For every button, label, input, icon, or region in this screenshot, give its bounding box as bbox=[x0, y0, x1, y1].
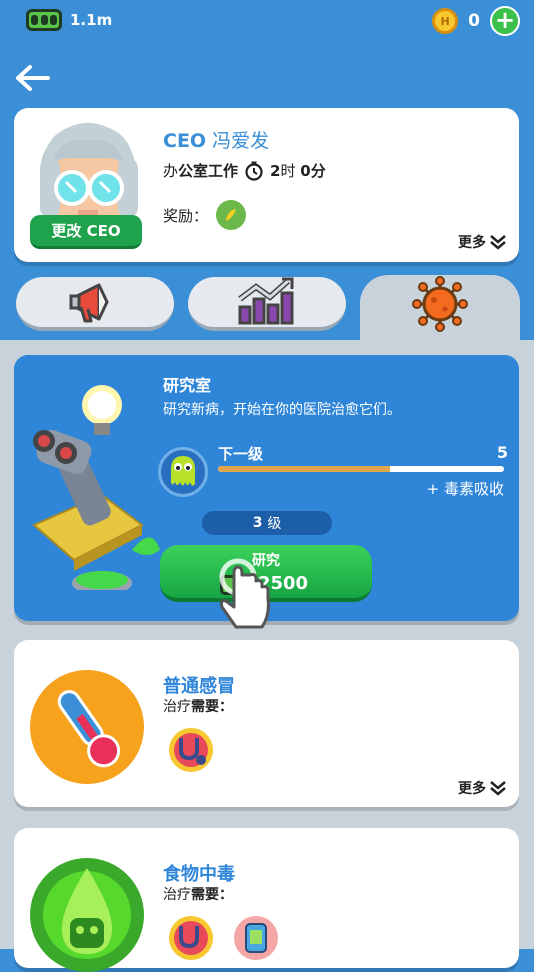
coin-display: H 0 + bbox=[432, 6, 520, 36]
disease-more-label: 更多 bbox=[458, 781, 486, 797]
top-bar: 1.1m H 0 + bbox=[0, 0, 534, 40]
ceo-title: CEO 冯爱发 bbox=[163, 126, 269, 153]
lab-description: 研究新病，开始在你的医院治愈它们。 bbox=[163, 402, 401, 418]
chevron-down-icon bbox=[490, 235, 506, 250]
tab-marketing[interactable] bbox=[16, 277, 174, 331]
ceo-more-label: 更多 bbox=[458, 235, 486, 251]
disease-more-button[interactable]: 更多 bbox=[458, 778, 507, 798]
treatment-needs-text: 需要： bbox=[191, 699, 233, 715]
back-arrow-icon[interactable] bbox=[14, 62, 52, 94]
stethoscope-icon bbox=[169, 916, 213, 960]
treatment-needs-prefix: 治疗 bbox=[163, 699, 191, 715]
progress-fill bbox=[218, 466, 390, 472]
lab-level-unit: 级 bbox=[267, 516, 282, 532]
poison-drop-icon bbox=[30, 858, 144, 972]
ceo-avatar bbox=[40, 123, 138, 223]
chart-icon bbox=[238, 277, 294, 325]
treatment-needs-text: 需要： bbox=[191, 887, 233, 903]
tab-statistics[interactable] bbox=[188, 277, 346, 331]
change-ceo-button[interactable]: 更改 CEO bbox=[30, 215, 142, 249]
treatment-needs-label: 治疗需要： bbox=[163, 884, 233, 904]
ceo-job-prefix: 办 bbox=[163, 162, 179, 180]
toxin-virus-icon bbox=[158, 447, 208, 497]
ceo-time-minutes: 0分 bbox=[300, 162, 326, 180]
disease-card-food-poisoning[interactable]: 食物中毒 治疗需要： bbox=[14, 828, 519, 972]
coin-icon: H bbox=[432, 8, 459, 34]
timer-icon bbox=[245, 161, 263, 181]
ceo-reward: 奖励： bbox=[163, 200, 247, 230]
stethoscope-icon bbox=[169, 728, 213, 772]
ceo-hours-unit: 时 bbox=[280, 162, 296, 180]
ceo-title-prefix: CEO bbox=[163, 130, 207, 152]
treatment-needs-prefix: 治疗 bbox=[163, 887, 191, 903]
ceo-job: 办公室工作 2时 0分 bbox=[163, 160, 326, 181]
next-level-label: 下一级 bbox=[218, 445, 264, 463]
next-level-progress bbox=[218, 466, 504, 472]
ceo-more-button[interactable]: 更多 bbox=[458, 232, 507, 252]
iv-bag-icon bbox=[234, 916, 278, 960]
cash-amount: 1.1m bbox=[70, 11, 113, 29]
cash-icon bbox=[26, 9, 62, 31]
ceo-job-name: 公室工作 bbox=[178, 162, 239, 180]
treatment-needs-label: 治疗需要： bbox=[163, 696, 233, 716]
level-bonus: + 毒素吸收 bbox=[426, 480, 504, 498]
disease-card-common-cold[interactable]: 普通感冒 治疗需要： 更多 bbox=[14, 640, 519, 807]
reward-label: 奖励： bbox=[163, 206, 209, 225]
ceo-time-hours: 2 bbox=[270, 162, 281, 180]
megaphone-icon bbox=[69, 283, 109, 323]
microscope-icon bbox=[32, 385, 160, 590]
chevron-down-icon bbox=[490, 781, 506, 796]
reward-icon bbox=[216, 200, 247, 230]
lab-title: 研究室 bbox=[163, 376, 212, 395]
category-tabs bbox=[0, 275, 534, 343]
next-level-value: 5 bbox=[496, 443, 508, 462]
disease-name: 普通感冒 bbox=[163, 676, 235, 697]
next-level-row: 下一级 5 + 毒素吸收 bbox=[158, 441, 508, 501]
thermometer-icon bbox=[30, 670, 144, 784]
virus-icon bbox=[412, 276, 468, 332]
coin-amount: 0 bbox=[468, 11, 480, 31]
lab-level: 3 级 bbox=[202, 511, 332, 535]
tab-research[interactable] bbox=[360, 275, 520, 343]
cash-display: 1.1m bbox=[26, 9, 112, 31]
pointer-hand-icon bbox=[219, 558, 270, 629]
ceo-card: 更改 CEO CEO 冯爱发 办公室工作 2时 0分 奖励： 更多 bbox=[14, 108, 519, 262]
lab-level-number: 3 bbox=[252, 515, 263, 531]
disease-name: 食物中毒 bbox=[163, 864, 235, 885]
add-coins-button[interactable]: + bbox=[490, 6, 520, 36]
ceo-name: 冯爱发 bbox=[212, 130, 270, 152]
